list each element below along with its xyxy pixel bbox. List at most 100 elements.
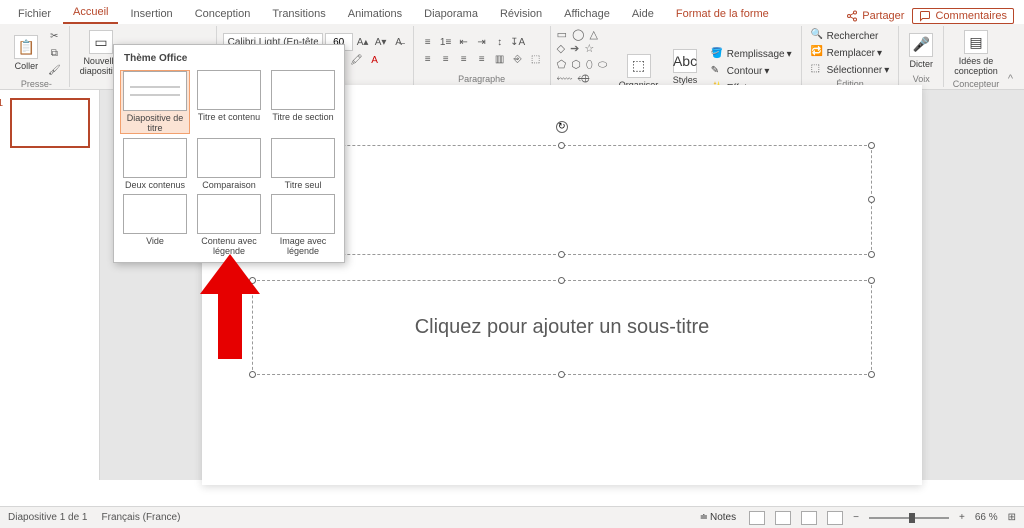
- outdent-button[interactable]: ⇤: [456, 34, 472, 50]
- fit-window-button[interactable]: ⊞: [1008, 512, 1016, 523]
- tab-animations[interactable]: Animations: [338, 4, 412, 24]
- notes-toggle[interactable]: ≐ Notes: [697, 511, 740, 524]
- numbering-button[interactable]: 1≡: [438, 34, 454, 50]
- indent-button[interactable]: ⇥: [474, 34, 490, 50]
- layout-section-header[interactable]: Titre de section: [268, 70, 338, 134]
- arrange-icon: ⬚: [627, 54, 651, 78]
- paste-button[interactable]: 📋 Coller: [10, 33, 42, 73]
- group-concepteur: ▤ Idées de conception Concepteur: [944, 26, 1008, 87]
- tab-bar: Fichier Accueil Insertion Conception Tra…: [0, 0, 1024, 24]
- cut-button[interactable]: ✂: [46, 28, 62, 44]
- text-direction-button[interactable]: ↧A: [510, 34, 526, 50]
- title-placeholder[interactable]: [252, 145, 872, 255]
- mic-icon: 🎤: [909, 33, 933, 57]
- tab-affichage[interactable]: Affichage: [554, 4, 620, 24]
- resize-handle[interactable]: [868, 196, 875, 203]
- shape-outline-button[interactable]: ✎Contour ▾: [708, 64, 795, 80]
- subtitle-placeholder-text: Cliquez pour ajouter un sous-titre: [415, 316, 710, 339]
- layout-comparison[interactable]: Comparaison: [194, 138, 264, 190]
- columns-button[interactable]: ▥: [492, 51, 508, 67]
- find-button[interactable]: 🔍Rechercher: [808, 28, 893, 44]
- share-button[interactable]: Partager: [846, 8, 904, 24]
- slideshow-view-button[interactable]: [827, 511, 843, 525]
- resize-handle[interactable]: [249, 371, 256, 378]
- paste-icon: 📋: [14, 35, 38, 59]
- outline-icon: ✎: [711, 65, 725, 79]
- layout-title-slide[interactable]: Diapositive de titre: [120, 70, 190, 134]
- tab-insertion[interactable]: Insertion: [120, 4, 182, 24]
- resize-handle[interactable]: [558, 142, 565, 149]
- sorter-view-button[interactable]: [775, 511, 791, 525]
- layout-blank[interactable]: Vide: [120, 194, 190, 256]
- resize-handle[interactable]: [558, 277, 565, 284]
- group-edition: 🔍Rechercher 🔁Remplacer ▾ ⬚Sélectionner ▾…: [802, 26, 900, 87]
- tab-aide[interactable]: Aide: [622, 4, 664, 24]
- align-left-button[interactable]: ≡: [420, 51, 436, 67]
- share-icon: [846, 10, 858, 22]
- tab-revision[interactable]: Révision: [490, 4, 552, 24]
- design-icon: ▤: [964, 30, 988, 54]
- align-center-button[interactable]: ≡: [438, 51, 454, 67]
- select-button[interactable]: ⬚Sélectionner ▾: [808, 62, 893, 78]
- bullets-button[interactable]: ≡: [420, 34, 436, 50]
- clear-format-button[interactable]: A̶: [391, 34, 407, 50]
- group-voix: 🎤 Dicter Voix: [899, 26, 944, 87]
- resize-handle[interactable]: [558, 251, 565, 258]
- justify-button[interactable]: ≡: [474, 51, 490, 67]
- zoom-slider[interactable]: [869, 517, 949, 519]
- subtitle-placeholder[interactable]: Cliquez pour ajouter un sous-titre: [252, 280, 872, 375]
- thumb-number: 1: [0, 98, 3, 109]
- comment-icon: [919, 10, 931, 22]
- resize-handle[interactable]: [868, 277, 875, 284]
- layout-content-caption[interactable]: Contenu avec légende: [194, 194, 264, 256]
- slide-counter: Diapositive 1 de 1: [8, 512, 88, 523]
- shape-fill-button[interactable]: 🪣Remplissage ▾: [708, 47, 795, 63]
- zoom-in-button[interactable]: +: [959, 512, 965, 523]
- resize-handle[interactable]: [868, 251, 875, 258]
- normal-view-button[interactable]: [749, 511, 765, 525]
- resize-handle[interactable]: [868, 142, 875, 149]
- tab-fichier[interactable]: Fichier: [8, 4, 61, 24]
- resize-handle[interactable]: [249, 277, 256, 284]
- highlight-button[interactable]: 🖍: [349, 52, 365, 68]
- layout-title-content[interactable]: Titre et contenu: [194, 70, 264, 134]
- new-slide-icon: ▭: [89, 30, 113, 54]
- layout-picture-caption[interactable]: Image avec légende: [268, 194, 338, 256]
- increase-font-button[interactable]: A▴: [355, 34, 371, 50]
- font-color-button[interactable]: A: [367, 52, 383, 68]
- fill-icon: 🪣: [711, 48, 725, 62]
- layout-dropdown: Thème Office Diapositive de titre Titre …: [113, 44, 345, 263]
- decrease-font-button[interactable]: A▾: [373, 34, 389, 50]
- smartart-button[interactable]: ⬚: [528, 51, 544, 67]
- tab-accueil[interactable]: Accueil: [63, 2, 118, 24]
- reading-view-button[interactable]: [801, 511, 817, 525]
- rotate-handle[interactable]: [556, 121, 568, 133]
- tab-conception[interactable]: Conception: [185, 4, 261, 24]
- replace-button[interactable]: 🔁Remplacer ▾: [808, 45, 893, 61]
- replace-icon: 🔁: [811, 46, 825, 60]
- copy-button[interactable]: ⧉: [46, 45, 62, 61]
- ribbon-collapse-button[interactable]: ^: [1008, 73, 1020, 87]
- slide-thumbnail-1[interactable]: [10, 98, 90, 148]
- tab-format-forme[interactable]: Format de la forme: [666, 4, 779, 24]
- zoom-level[interactable]: 66 %: [975, 512, 998, 523]
- comments-button[interactable]: Commentaires: [912, 8, 1014, 24]
- align-text-button[interactable]: ⎆: [510, 51, 526, 67]
- dictate-button[interactable]: 🎤 Dicter: [905, 31, 937, 71]
- tab-diaporama[interactable]: Diaporama: [414, 4, 488, 24]
- zoom-out-button[interactable]: −: [853, 512, 859, 523]
- group-paragraphe: ≡ 1≡ ⇤ ⇥ ↕ ↧A ≡ ≡ ≡ ≡ ▥ ⎆ ⬚ Paragraph: [414, 26, 551, 87]
- resize-handle[interactable]: [868, 371, 875, 378]
- line-spacing-button[interactable]: ↕: [492, 34, 508, 50]
- layout-two-content[interactable]: Deux contenus: [120, 138, 190, 190]
- align-right-button[interactable]: ≡: [456, 51, 472, 67]
- styles-icon: Abc: [673, 49, 697, 73]
- format-painter-button[interactable]: 🖌: [46, 62, 62, 78]
- language-indicator[interactable]: Français (France): [102, 512, 181, 523]
- status-bar: Diapositive 1 de 1 Français (France) ≐ N…: [0, 506, 1024, 528]
- layout-title-only[interactable]: Titre seul: [268, 138, 338, 190]
- tab-transitions[interactable]: Transitions: [262, 4, 335, 24]
- layout-dropdown-header: Thème Office: [120, 51, 338, 66]
- design-ideas-button[interactable]: ▤ Idées de conception: [950, 28, 1002, 78]
- resize-handle[interactable]: [558, 371, 565, 378]
